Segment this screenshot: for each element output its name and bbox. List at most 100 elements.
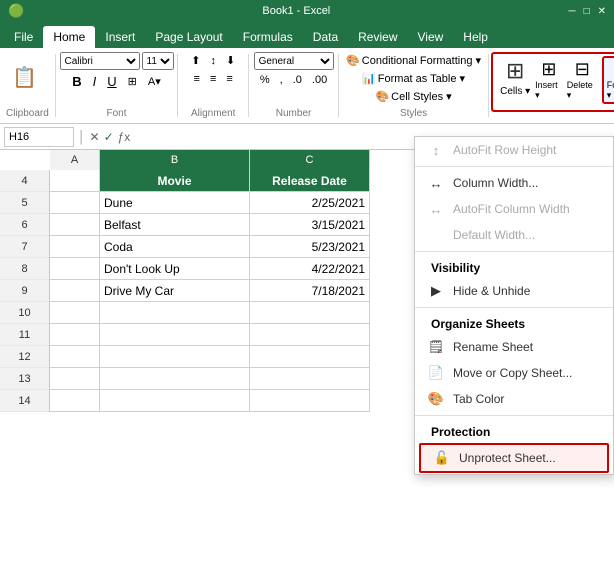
cell-c12[interactable]: [250, 346, 370, 368]
bold-btn[interactable]: B: [68, 72, 85, 91]
fill-color-btn[interactable]: A▾: [144, 73, 165, 90]
cell-a4[interactable]: [50, 170, 100, 192]
minimize-btn[interactable]: ─: [568, 6, 575, 17]
tab-data[interactable]: Data: [303, 26, 348, 48]
cells-editing-highlight-box: ⊞ Cells ▾ ⊞ Insert ▾ ⊟ Delete ▾: [491, 52, 614, 112]
confirm-formula-icon[interactable]: ✓: [104, 130, 114, 144]
conditional-formatting-btn[interactable]: 🎨 Conditional Formatting ▾: [342, 52, 485, 69]
cell-c8[interactable]: 4/22/2021: [250, 258, 370, 280]
cell-b8[interactable]: Don't Look Up: [100, 258, 250, 280]
underline-btn[interactable]: U: [103, 72, 120, 91]
row-num-9: 9: [0, 280, 49, 302]
cancel-formula-icon[interactable]: ✕: [90, 130, 100, 144]
cell-a10[interactable]: [50, 302, 100, 324]
row-num-5: 5: [0, 192, 49, 214]
menu-tab-color[interactable]: 🎨 Tab Color: [415, 386, 613, 412]
cell-b13[interactable]: [100, 368, 250, 390]
delete-icon: ⊟: [575, 59, 590, 80]
cell-c13[interactable]: [250, 368, 370, 390]
align-right-btn[interactable]: ≡: [222, 71, 236, 87]
cell-c4[interactable]: Release Date: [250, 170, 370, 192]
align-middle-btn[interactable]: ↕: [206, 52, 220, 69]
cell-a8[interactable]: [50, 258, 100, 280]
percent-btn[interactable]: %: [256, 72, 274, 88]
cell-a7[interactable]: [50, 236, 100, 258]
cell-c6[interactable]: 3/15/2021: [250, 214, 370, 236]
cell-c7[interactable]: 5/23/2021: [250, 236, 370, 258]
font-group: Calibri 11 B I U ⊞ A▾ Font: [56, 50, 177, 121]
border-btn[interactable]: ⊞: [124, 73, 141, 90]
italic-btn[interactable]: I: [89, 72, 101, 91]
tab-formulas[interactable]: Formulas: [233, 26, 303, 48]
menu-default-width[interactable]: Default Width...: [415, 222, 613, 248]
cell-styles-btn[interactable]: 🎨 Cell Styles ▾: [371, 88, 455, 105]
decrease-decimal-btn[interactable]: .00: [308, 72, 331, 88]
cell-c14[interactable]: [250, 390, 370, 412]
menu-hide-unhide[interactable]: ▶ Hide & Unhide: [415, 278, 613, 304]
number-group: General % , .0 .00 Number: [249, 50, 338, 121]
menu-autofit-col[interactable]: ↔ AutoFit Column Width: [415, 196, 613, 222]
name-box[interactable]: H16: [4, 127, 74, 147]
cell-a9[interactable]: [50, 280, 100, 302]
font-size-select[interactable]: 11: [142, 52, 174, 70]
cell-b14[interactable]: [100, 390, 250, 412]
cell-b11[interactable]: [100, 324, 250, 346]
menu-move-copy-sheet[interactable]: 📄 Move or Copy Sheet...: [415, 360, 613, 386]
menu-col-width[interactable]: ↔ Column Width...: [415, 170, 613, 196]
cell-a14[interactable]: [50, 390, 100, 412]
ribbon: 📋 Clipboard Calibri 11 B I: [0, 48, 614, 124]
format-table-icon: 📊: [362, 72, 376, 85]
align-bottom-btn[interactable]: ⬇: [222, 52, 239, 69]
col-header-a: A: [50, 150, 100, 170]
cell-b10[interactable]: [100, 302, 250, 324]
close-btn[interactable]: ✕: [598, 6, 606, 17]
cell-c10[interactable]: [250, 302, 370, 324]
menu-unprotect-sheet[interactable]: 🔓 Unprotect Sheet...: [419, 443, 609, 473]
menu-rename-sheet[interactable]: 🗒 Rename Sheet: [415, 334, 613, 360]
tab-insert[interactable]: Insert: [95, 26, 145, 48]
comma-btn[interactable]: ,: [276, 72, 287, 88]
format-as-table-btn[interactable]: 📊 Format as Table ▾: [358, 70, 469, 87]
cell-b6[interactable]: Belfast: [100, 214, 250, 236]
align-left-btn[interactable]: ≡: [190, 71, 204, 87]
cell-a5[interactable]: [50, 192, 100, 214]
cell-c9[interactable]: 7/18/2021: [250, 280, 370, 302]
insert-group: ⊞ Insert ▾: [535, 59, 563, 101]
cells-btn[interactable]: ⊞: [497, 56, 533, 86]
number-format-select[interactable]: General: [254, 52, 334, 70]
cell-b7[interactable]: Coda: [100, 236, 250, 258]
cond-fmt-label: Conditional Formatting ▾: [362, 54, 481, 67]
col-width-icon: ↔: [427, 175, 445, 191]
align-top-btn[interactable]: ⬆: [187, 52, 204, 69]
tab-page-layout[interactable]: Page Layout: [145, 26, 232, 48]
format-context-menu: ↕ AutoFit Row Height ↔ Column Width... ↔…: [414, 136, 614, 475]
cell-b5[interactable]: Dune: [100, 192, 250, 214]
tab-view[interactable]: View: [408, 26, 454, 48]
cell-a13[interactable]: [50, 368, 100, 390]
tab-file[interactable]: File: [4, 26, 43, 48]
window-controls[interactable]: ─ □ ✕: [568, 6, 606, 17]
font-name-select[interactable]: Calibri: [60, 52, 140, 70]
tab-help[interactable]: Help: [453, 26, 498, 48]
cell-b9[interactable]: Drive My Car: [100, 280, 250, 302]
cell-c5[interactable]: 2/25/2021: [250, 192, 370, 214]
cell-c11[interactable]: [250, 324, 370, 346]
align-center-btn[interactable]: ≡: [206, 71, 220, 87]
menu-autofit-row[interactable]: ↕ AutoFit Row Height: [415, 137, 613, 163]
format-btn-highlight[interactable]: 📋 Format ▾: [602, 56, 614, 104]
cell-a6[interactable]: [50, 214, 100, 236]
clipboard-btn[interactable]: 📋: [6, 65, 43, 93]
cell-a12[interactable]: [50, 346, 100, 368]
increase-decimal-btn[interactable]: .0: [289, 72, 306, 88]
organize-section: Organize Sheets: [415, 311, 613, 334]
delete-label: Delete ▾: [567, 80, 598, 101]
cell-b12[interactable]: [100, 346, 250, 368]
tab-review[interactable]: Review: [348, 26, 407, 48]
cell-a11[interactable]: [50, 324, 100, 346]
maximize-btn[interactable]: □: [584, 6, 590, 17]
tab-home[interactable]: Home: [43, 26, 95, 48]
cell-b4[interactable]: Movie: [100, 170, 250, 192]
insert-function-icon[interactable]: ƒx: [118, 130, 131, 144]
menu-divider-3: [415, 307, 613, 308]
cond-fmt-icon: 🎨: [346, 54, 360, 67]
